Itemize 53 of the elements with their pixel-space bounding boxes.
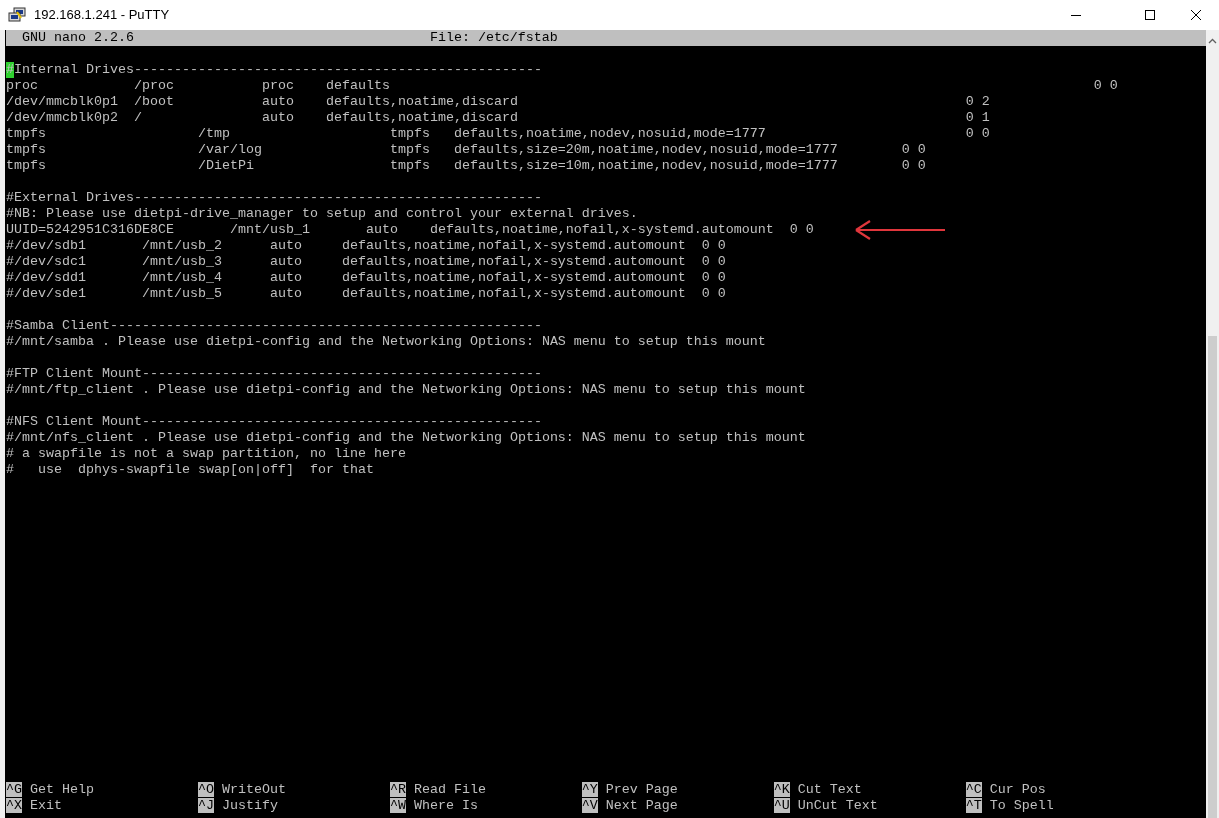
- shortcut-key: ^C: [965, 782, 982, 797]
- shortcut-label: Prev Page: [605, 782, 678, 797]
- app-icon: [8, 7, 26, 23]
- scroll-up-icon[interactable]: [1208, 38, 1217, 44]
- terminal-line: /dev/mmcblk0p1 /boot auto defaults,noatime,discard 0 2: [6, 94, 990, 110]
- terminal-line: #/dev/sdc1 /mnt/usb_3 auto defaults,noatime,nofail,x-systemd.automount 0 0: [6, 254, 726, 270]
- terminal-line: # a swapfile is not a swap partition, no line here: [6, 446, 406, 462]
- terminal-line: #Samba Client------------------------------------------------------: [6, 318, 542, 334]
- terminal-line: tmpfs /tmp tmpfs defaults,noatime,nodev,nosuid,mode=1777 0 0: [6, 126, 990, 142]
- shortcut-key: ^K: [773, 782, 790, 797]
- shortcut-label: Exit: [30, 798, 62, 813]
- shortcut-key: ^O: [197, 782, 214, 797]
- shortcut-label: WriteOut: [221, 782, 286, 797]
- shortcut-key: ^R: [389, 782, 406, 797]
- maximize-icon: [1145, 10, 1155, 20]
- terminal-line: tmpfs /DietPi tmpfs defaults,size=10m,noatime,nodev,nosuid,mode=1777 0 0: [6, 158, 926, 174]
- terminal-line: proc /proc proc defaults 0 0: [6, 78, 1118, 94]
- terminal-line: tmpfs /var/log tmpfs defaults,size=20m,noatime,nodev,nosuid,mode=1777 0 0: [6, 142, 926, 158]
- terminal-line: #/dev/sde1 /mnt/usb_5 auto defaults,noatime,nofail,x-systemd.automount 0 0: [6, 286, 726, 302]
- terminal-line: #NFS Client Mount--------------------------------------------------: [6, 414, 542, 430]
- terminal-line: #/dev/sdd1 /mnt/usb_4 auto defaults,noatime,nofail,x-systemd.automount 0 0: [6, 270, 726, 286]
- shortcut-label: Where Is: [413, 798, 478, 813]
- shortcut-label: UnCut Text: [797, 798, 878, 813]
- terminal-line: #/dev/sdb1 /mnt/usb_2 auto defaults,noatime,nofail,x-systemd.automount 0 0: [6, 238, 726, 254]
- window-title: 192.168.1.241 - PuTTY: [34, 6, 170, 25]
- shortcut-label: Get Help: [30, 782, 94, 797]
- terminal-line: #/mnt/ftp_client . Please use dietpi-config and the Networking Options: NAS menu to setup this mount: [6, 382, 806, 398]
- shortcut-key: ^V: [581, 798, 598, 813]
- close-icon: [1191, 10, 1201, 20]
- shortcut-label: Read File: [413, 782, 486, 797]
- shortcut-key: ^X: [6, 798, 22, 813]
- shortcut-label: Justify: [221, 798, 278, 813]
- terminal-line: UUID=5242951C316DE8CE /mnt/usb_1 auto defaults,noatime,nofail,x-systemd.automount 0 0: [6, 222, 814, 238]
- shortcut-label: To Spell: [989, 798, 1054, 813]
- terminal-line: /dev/mmcblk0p2 / auto defaults,noatime,discard 0 1: [6, 110, 990, 126]
- file-name: File: /etc/fstab: [429, 30, 558, 45]
- shortcut-key: ^W: [389, 798, 406, 813]
- scrollbar-thumb[interactable]: [1208, 336, 1217, 818]
- shortcut-label: Cut Text: [797, 782, 862, 797]
- terminal-line: # use dphys-swapfile swap[on|off] for that: [6, 462, 374, 478]
- shortcut-key: ^T: [965, 798, 982, 813]
- shortcut-key: ^J: [197, 798, 214, 813]
- editor-version: GNU nano 2.2.6: [22, 30, 134, 45]
- terminal-line: #/mnt/samba . Please use dietpi-config and the Networking Options: NAS menu to setup this mount: [6, 334, 766, 350]
- terminal-line: #FTP Client Mount--------------------------------------------------: [6, 366, 542, 382]
- shortcut-label: Next Page: [605, 798, 678, 813]
- shortcut-label: Cur Pos: [989, 782, 1046, 797]
- shortcut-key: ^U: [773, 798, 790, 813]
- terminal-line: #/mnt/nfs_client . Please use dietpi-config and the Networking Options: NAS menu to setup this mount: [6, 430, 806, 446]
- terminal-line: #External Drives---------------------------------------------------: [6, 190, 542, 206]
- terminal-line: #NB: Please use dietpi-drive_manager to setup and control your external drives.: [6, 206, 638, 222]
- shortcut-key: ^G: [6, 782, 22, 797]
- shortcut-key: ^Y: [581, 782, 598, 797]
